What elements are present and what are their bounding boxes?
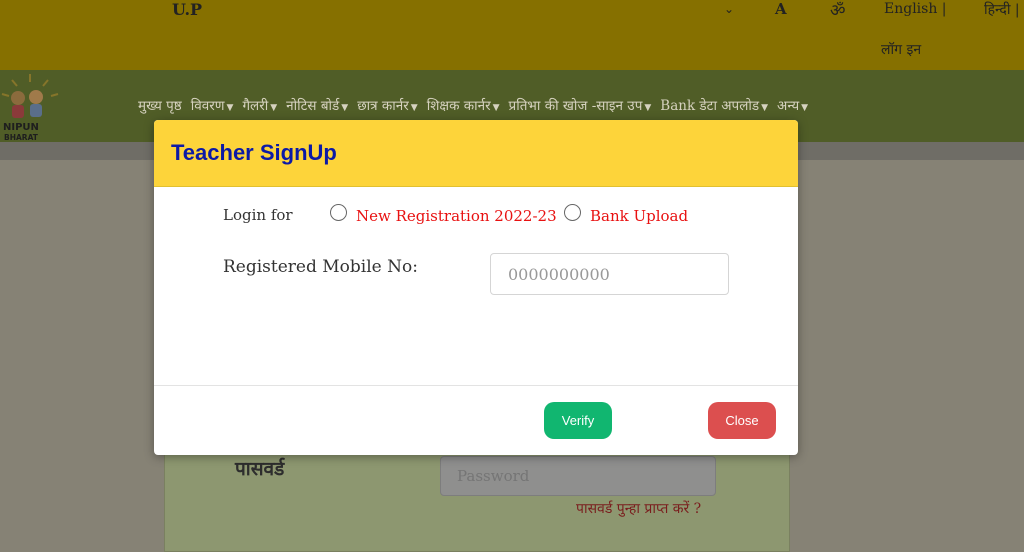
- modal-footer-divider: [154, 385, 798, 386]
- nav-item-gallery[interactable]: गैलरी ▼: [242, 96, 277, 114]
- nav-item-talent-search[interactable]: प्रतिभा की खोज -साइन उप ▼: [509, 96, 652, 114]
- mobile-number-input[interactable]: [490, 253, 729, 295]
- modal-title: Teacher SignUp: [171, 140, 337, 165]
- new-registration-label[interactable]: New Registration 2022-23: [356, 207, 557, 225]
- logo-text-bharat: BHARAT: [4, 133, 39, 142]
- state-label: U.P: [172, 0, 203, 19]
- close-button[interactable]: Close: [708, 402, 776, 439]
- bank-upload-radio[interactable]: [564, 204, 581, 221]
- nav-item-notice-board[interactable]: नोटिस बोर्ड ▼: [286, 96, 348, 114]
- logo-text-nipun: NIPUN: [3, 122, 39, 133]
- nav-item-student-corner[interactable]: छात्र कार्नर ▼: [357, 96, 418, 114]
- caret-down-icon: ▼: [801, 103, 809, 113]
- nipun-bharat-logo[interactable]: NIPUN BHARAT: [0, 72, 60, 142]
- new-registration-radio[interactable]: [330, 204, 347, 221]
- caret-down-icon: ▼: [644, 103, 652, 113]
- password-label: पासवर्ड: [235, 458, 285, 480]
- caret-down-icon: ▼: [341, 103, 349, 113]
- chevron-down-icon[interactable]: ⌄: [724, 2, 734, 16]
- nav-item-teacher-corner[interactable]: शिक्षक कार्नर ▼: [427, 96, 500, 114]
- forgot-password-link[interactable]: पासवर्ड पुन्हा प्राप्त करें ?: [576, 499, 701, 518]
- font-size-button[interactable]: A: [775, 0, 787, 18]
- top-header: U.P ⌄ A ॐ English | हिन्दी | लॉग इन: [0, 0, 1024, 70]
- teacher-signup-modal: Teacher SignUp Login for New Registratio…: [154, 120, 798, 455]
- mobile-number-label: Registered Mobile No:: [223, 257, 418, 277]
- password-input[interactable]: [440, 456, 716, 496]
- language-english-link[interactable]: English |: [884, 1, 947, 17]
- nav-item-bank-upload[interactable]: Bank डेटा अपलोड ▼: [660, 96, 768, 114]
- language-hindi-link[interactable]: हिन्दी |: [984, 0, 1020, 19]
- login-for-label: Login for: [223, 206, 293, 224]
- nav-item-details[interactable]: विवरण ▼: [191, 96, 234, 114]
- caret-down-icon: ▼: [410, 103, 418, 113]
- caret-down-icon: ▼: [270, 103, 278, 113]
- om-icon[interactable]: ॐ: [830, 0, 846, 21]
- verify-button[interactable]: Verify: [544, 402, 612, 439]
- nav-item-others[interactable]: अन्य ▼: [777, 96, 808, 114]
- bank-upload-label[interactable]: Bank Upload: [590, 207, 688, 225]
- login-form-background: पासवर्ड पासवर्ड पुन्हा प्राप्त करें ?: [164, 440, 790, 552]
- login-link[interactable]: लॉग इन: [881, 40, 921, 59]
- caret-down-icon: ▼: [761, 103, 769, 113]
- nav-menu: मुख्य पृष्ठ विवरण ▼ गैलरी ▼ नोटिस बोर्ड ▼ छ…: [138, 96, 817, 114]
- caret-down-icon: ▼: [492, 103, 500, 113]
- caret-down-icon: ▼: [226, 103, 234, 113]
- modal-header: Teacher SignUp: [154, 120, 798, 187]
- nav-item-home[interactable]: मुख्य पृष्ठ: [138, 96, 182, 114]
